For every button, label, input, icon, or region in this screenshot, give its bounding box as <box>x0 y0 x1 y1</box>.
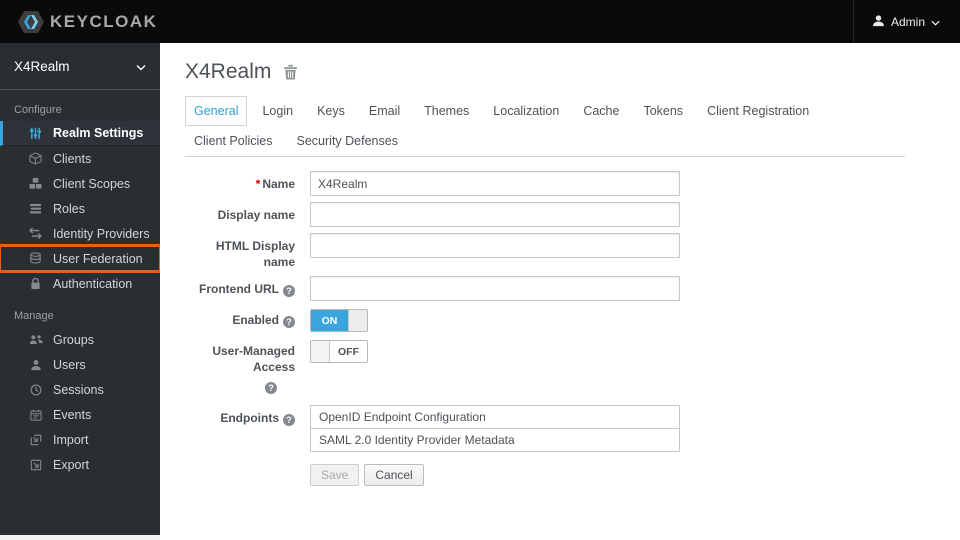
chevron-down-icon <box>136 59 146 74</box>
sidebar-item-import[interactable]: Import <box>0 427 160 452</box>
main-content: X4Realm General Login Keys Email Themes … <box>160 43 960 540</box>
name-input[interactable] <box>310 171 680 196</box>
database-icon <box>28 252 43 265</box>
user-managed-access-toggle[interactable]: OFF <box>310 340 368 364</box>
sliders-icon <box>28 127 43 140</box>
tab-themes[interactable]: Themes <box>415 96 478 126</box>
sidebar-item-label: Users <box>53 357 86 372</box>
tab-cache[interactable]: Cache <box>574 96 628 126</box>
tab-localization[interactable]: Localization <box>484 96 568 126</box>
save-button[interactable]: Save <box>310 463 360 486</box>
sidebar-item-realm-settings[interactable]: Realm Settings <box>0 121 160 146</box>
sidebar-item-label: Sessions <box>53 382 104 397</box>
import-icon <box>28 434 43 446</box>
clock-icon <box>28 384 43 396</box>
sidebar-item-groups[interactable]: Groups <box>0 327 160 352</box>
tab-security-defenses[interactable]: Security Defenses <box>288 126 407 156</box>
sidebar-section-manage: Manage <box>14 310 54 322</box>
lock-icon <box>28 277 43 290</box>
cancel-button[interactable]: Cancel <box>364 463 424 486</box>
brand-text: KEYCLOAK <box>50 11 158 31</box>
sidebar-item-label: Client Scopes <box>53 176 131 191</box>
sidebar-item-label: User Federation <box>53 251 143 266</box>
sidebar-item-roles[interactable]: Roles <box>0 196 160 221</box>
chevron-down-icon <box>931 15 940 29</box>
openid-endpoint-link[interactable]: OpenID Endpoint Configuration <box>311 406 679 428</box>
sidebar-item-user-federation[interactable]: User Federation <box>0 244 162 273</box>
sidebar-item-label: Export <box>53 457 90 472</box>
sidebar-item-label: Clients <box>53 151 92 166</box>
user-icon <box>872 14 885 30</box>
help-icon[interactable]: ? <box>283 285 295 298</box>
page-title: X4Realm <box>185 60 272 83</box>
saml-endpoint-link[interactable]: SAML 2.0 Identity Provider Metadata <box>311 427 679 451</box>
keycloak-logo-icon <box>18 10 44 34</box>
enabled-label: Enabled? <box>185 307 295 332</box>
exchange-icon <box>28 227 43 240</box>
endpoints-label: Endpoints? <box>185 405 295 452</box>
sidebar-item-label: Events <box>53 407 92 422</box>
sidebar-item-label: Import <box>53 432 89 447</box>
keycloak-admin-console: KEYCLOAK Admin X4Realm Configure Realm S… <box>0 0 960 540</box>
sidebar-item-label: Authentication <box>53 276 133 291</box>
tab-client-policies[interactable]: Client Policies <box>185 126 282 156</box>
tab-login[interactable]: Login <box>253 96 302 126</box>
sidebar-item-label: Roles <box>53 201 85 216</box>
sidebar-item-sessions[interactable]: Sessions <box>0 377 160 402</box>
endpoints-list: OpenID Endpoint Configuration SAML 2.0 I… <box>310 404 680 452</box>
help-icon[interactable]: ? <box>283 316 295 329</box>
realm-selector[interactable]: X4Realm <box>0 43 160 90</box>
help-icon[interactable]: ? <box>265 382 277 395</box>
delete-realm-button[interactable] <box>283 64 298 80</box>
sidebar-item-clients[interactable]: Clients <box>0 146 160 171</box>
html-display-name-input[interactable] <box>310 233 680 258</box>
sidebar-bottom-strip <box>0 535 160 540</box>
sidebar-item-label: Groups <box>53 332 94 347</box>
tab-email[interactable]: Email <box>360 96 409 126</box>
sidebar-section-configure: Configure <box>14 104 62 116</box>
realm-general-form: *Name Display name HTML Display name Fro… <box>185 171 935 486</box>
html-display-name-label: HTML Display name <box>215 239 295 269</box>
user-label: Admin <box>890 14 925 29</box>
enabled-toggle[interactable]: ON <box>310 309 368 333</box>
sidebar-item-label: Identity Providers <box>53 226 150 241</box>
cube-icon <box>28 152 43 165</box>
export-icon <box>28 459 43 471</box>
help-icon[interactable]: ? <box>283 413 295 426</box>
sidebar-item-users[interactable]: Users <box>0 352 160 377</box>
realm-tabs: General Login Keys Email Themes Localiza… <box>185 96 905 157</box>
toggle-off-label: OFF <box>330 341 367 363</box>
toggle-on-label: ON <box>311 310 348 332</box>
tab-client-registration[interactable]: Client Registration <box>698 96 818 126</box>
sidebar-item-identity-providers[interactable]: Identity Providers <box>0 221 160 246</box>
tab-keys[interactable]: Keys <box>308 96 354 126</box>
admin-user-menu[interactable]: Admin <box>852 0 960 43</box>
sidebar-item-events[interactable]: Events <box>0 402 160 427</box>
frontend-url-input[interactable] <box>310 276 680 302</box>
name-label: * Name <box>255 177 295 191</box>
cubes-icon <box>28 177 43 190</box>
display-name-input[interactable] <box>310 202 680 227</box>
sidebar-item-label: Realm Settings <box>53 126 144 140</box>
roles-icon <box>28 202 43 215</box>
sidebar: X4Realm Configure Realm Settings Clients… <box>0 43 162 536</box>
topbar: KEYCLOAK Admin <box>0 0 960 43</box>
display-name-label: Display name <box>217 208 295 222</box>
frontend-url-label: Frontend URL? <box>185 276 295 301</box>
uma-label: User-Managed Access ? <box>212 344 295 395</box>
keycloak-logo[interactable]: KEYCLOAK <box>0 10 157 34</box>
toggle-knob <box>311 341 330 363</box>
user-icon <box>28 359 43 371</box>
calendar-icon <box>28 409 43 421</box>
tab-general[interactable]: General <box>185 96 248 126</box>
required-asterisk: * <box>255 177 261 191</box>
sidebar-item-authentication[interactable]: Authentication <box>0 271 160 296</box>
realm-selector-label: X4Realm <box>14 58 70 74</box>
sidebar-item-export[interactable]: Export <box>0 452 160 477</box>
toggle-knob <box>348 310 367 332</box>
tab-tokens[interactable]: Tokens <box>634 96 692 126</box>
group-icon <box>28 334 43 346</box>
sidebar-item-client-scopes[interactable]: Client Scopes <box>0 171 160 196</box>
